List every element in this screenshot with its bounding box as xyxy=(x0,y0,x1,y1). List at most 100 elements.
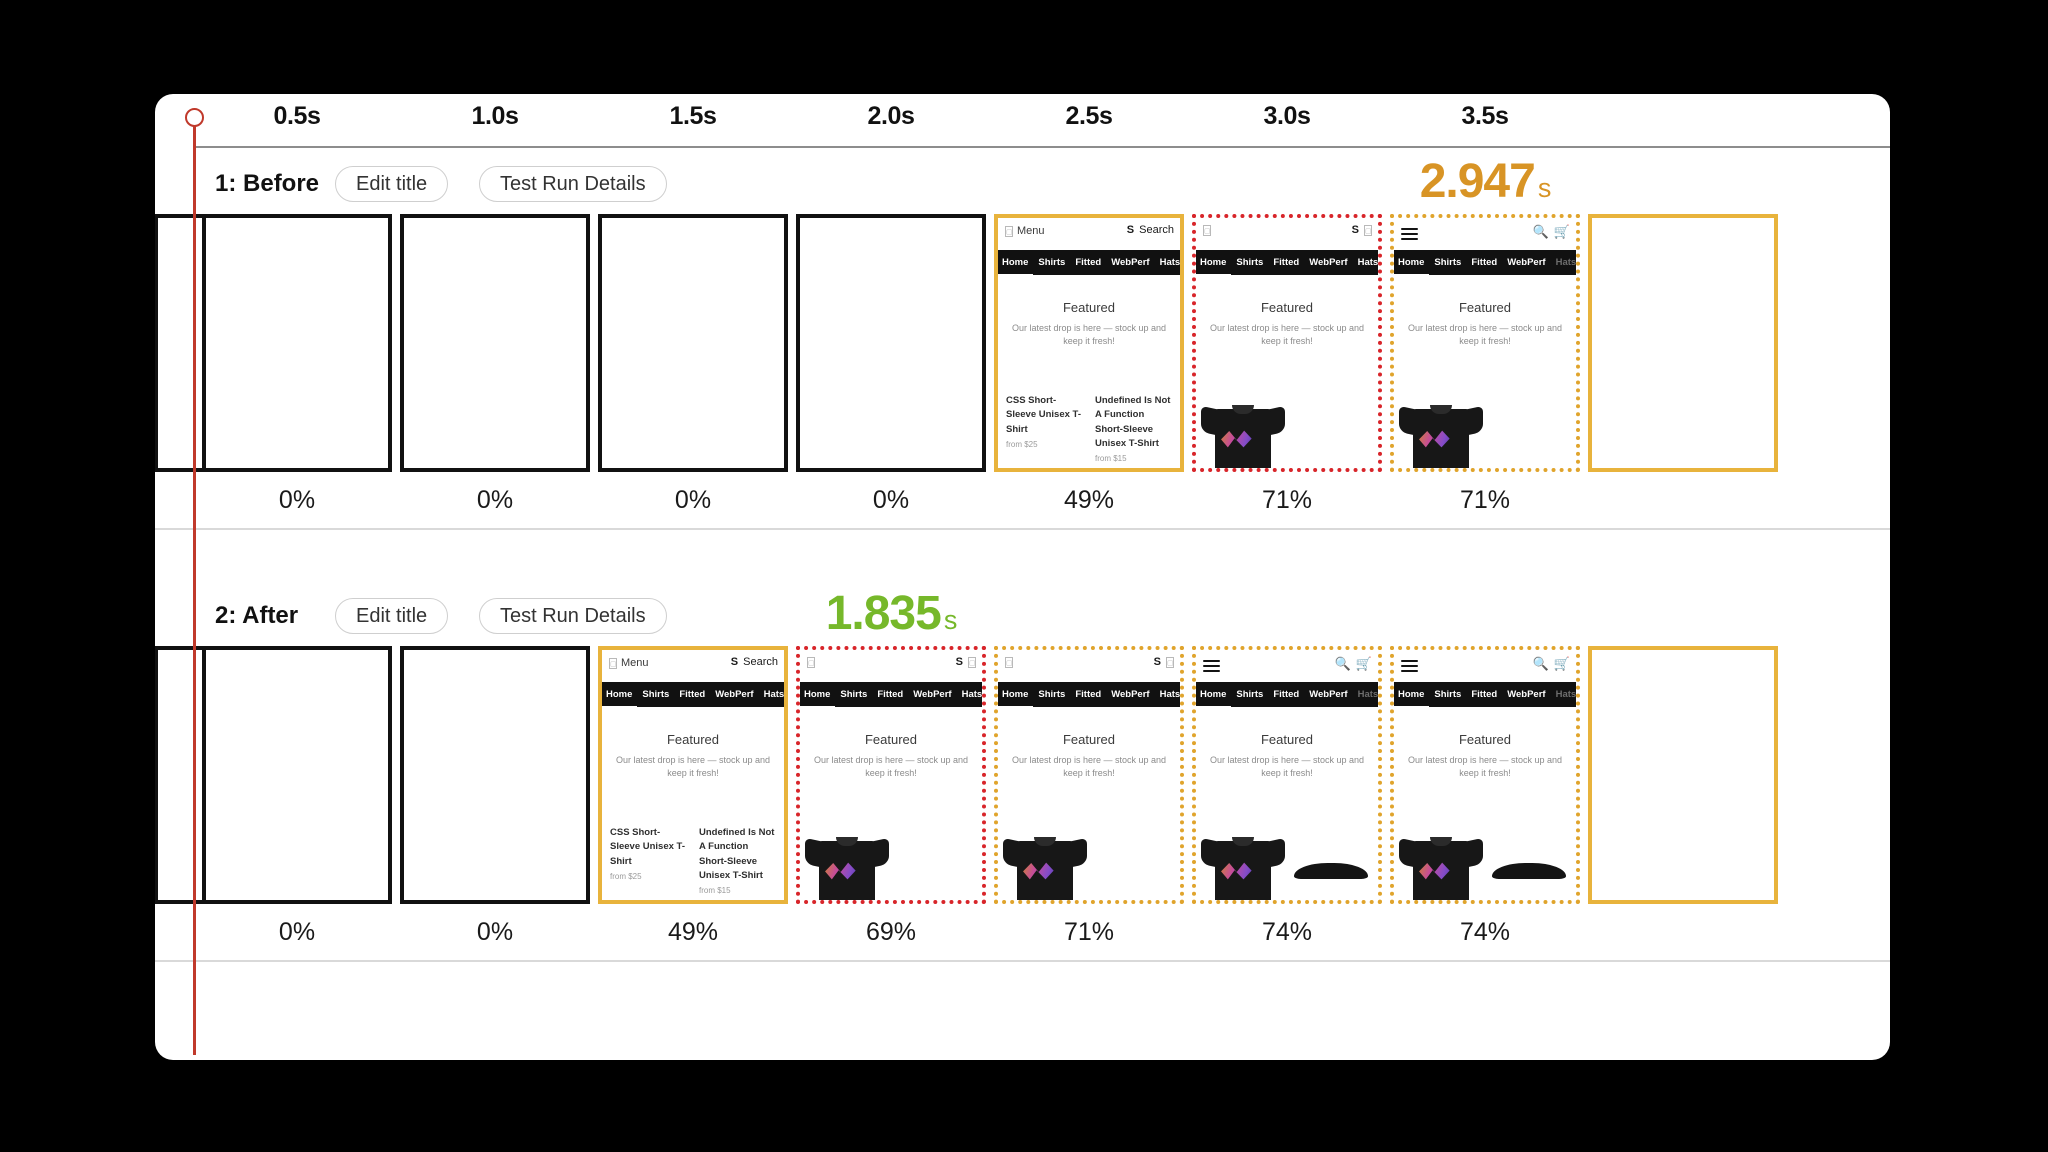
filmstrip-frame[interactable]: ▢ Menu S Search Home Shirts Fitted WebPerf Hats … xyxy=(994,214,1184,472)
filmstrip-frame[interactable] xyxy=(1588,214,1778,472)
filmstrip-after: ▢ Menu S Search Home Shirts Fitted WebPerf Hats … xyxy=(155,646,1890,914)
mock-nav-hats[interactable]: Hats xyxy=(1556,257,1576,268)
mock-product-list: CSS Short-Sleeve Unisex T-Shirt from $25 U… xyxy=(610,826,776,897)
cart-icon[interactable]: 🛒 xyxy=(1356,656,1372,672)
mock-hero-title: Featured xyxy=(1458,300,1512,315)
test-run-details-button-before[interactable]: Test Run Details xyxy=(479,166,667,202)
mock-nav-hats[interactable]: Hats xyxy=(764,689,784,700)
mock-nav-webperf[interactable]: WebPerf xyxy=(715,689,753,700)
mock-nav-home[interactable]: Home xyxy=(602,689,638,707)
filmstrip-frame[interactable] xyxy=(400,646,590,904)
search-icon[interactable]: 🔍 xyxy=(1533,656,1549,672)
load-time-value-after: 1.835 xyxy=(825,587,942,640)
mock-product-1-price: from $25 xyxy=(1006,439,1038,449)
cart-icon[interactable]: 🛒 xyxy=(1554,224,1570,240)
tshirt-image-2-partial xyxy=(1294,863,1368,879)
filmstrip-frame[interactable] xyxy=(1588,646,1778,904)
mock-hero-title: Featured xyxy=(1458,732,1512,747)
mock-nav-shirts[interactable]: Shirts xyxy=(642,689,669,700)
mock-nav-hats[interactable]: Hats xyxy=(1160,257,1180,268)
mock-product-2[interactable]: Undefined Is Not A Function Short-Sleeve… xyxy=(1095,394,1172,465)
load-time-value-before: 2.947 xyxy=(1419,155,1536,208)
hamburger-menu-icon[interactable] xyxy=(1401,657,1418,675)
filmstrip-frame[interactable] xyxy=(400,214,590,472)
mock-product-images xyxy=(1196,368,1378,468)
filmstrip-frame[interactable]: 🔍 🛒 Home Shirts Fitted WebPerf Hats Featured Ou… xyxy=(1390,214,1580,472)
edit-title-button-before[interactable]: Edit title xyxy=(335,166,449,202)
mock-nav-home[interactable]: Home xyxy=(998,689,1034,707)
filmstrip-frame[interactable]: 🔍 🛒 Home Shirts Fitted WebPerf Hats Featured Ou… xyxy=(1390,646,1580,904)
cart-icon[interactable]: 🛒 xyxy=(1554,656,1570,672)
mock-nav-fitted[interactable]: Fitted xyxy=(1471,689,1497,700)
mock-nav-webperf[interactable]: WebPerf xyxy=(1309,257,1347,268)
mock-nav-home[interactable]: Home xyxy=(1196,257,1232,275)
load-time-before: 2.947 s xyxy=(1419,154,1552,209)
mock-nav-fitted[interactable]: Fitted xyxy=(679,689,705,700)
mock-nav-shirts[interactable]: Shirts xyxy=(1038,689,1065,700)
mock-nav-shirts[interactable]: Shirts xyxy=(1236,689,1263,700)
filmstrip-frame[interactable]: ▢ S ▢ Home Shirts Fitted WebPerf Hats Featured O… xyxy=(796,646,986,904)
mock-nav-fitted[interactable]: Fitted xyxy=(1075,257,1101,268)
mock-nav-home[interactable]: Home xyxy=(998,257,1034,275)
hamburger-menu-icon[interactable] xyxy=(1401,225,1418,243)
mock-nav-home[interactable]: Home xyxy=(800,689,836,707)
mock-nav-hats[interactable]: Hats xyxy=(1160,689,1180,700)
mock-nav-shirts[interactable]: Shirts xyxy=(840,689,867,700)
mock-nav-home[interactable]: Home xyxy=(1394,257,1430,275)
axis-rule xyxy=(194,146,1890,148)
mock-nav-home[interactable]: Home xyxy=(1394,689,1430,707)
mock-topbar: ▢ S ▢ xyxy=(800,650,982,682)
filmstrip-frame[interactable] xyxy=(202,646,392,904)
mock-topbar: 🔍 🛒 xyxy=(1394,650,1576,682)
edit-title-button-after[interactable]: Edit title xyxy=(335,598,449,634)
mock-nav-webperf[interactable]: WebPerf xyxy=(1111,257,1149,268)
mock-search-placeholder: S ▢ xyxy=(1154,656,1174,668)
mock-nav-home[interactable]: Home xyxy=(1196,689,1232,707)
mock-nav-fitted[interactable]: Fitted xyxy=(1471,257,1497,268)
filmstrip-frame[interactable]: ▢ S ▢ Home Shirts Fitted WebPerf Hats Featured O… xyxy=(1192,214,1382,472)
mock-search-placeholder: S ▢ xyxy=(1352,224,1372,236)
mock-nav-fitted[interactable]: Fitted xyxy=(1273,257,1299,268)
filmstrip-frame[interactable] xyxy=(796,214,986,472)
mock-nav-hats[interactable]: Hats xyxy=(962,689,982,700)
mock-nav-webperf[interactable]: WebPerf xyxy=(1507,257,1545,268)
mock-navbar: Home Shirts Fitted WebPerf Hats xyxy=(800,682,982,707)
mock-search-placeholder: S ▢ xyxy=(956,656,976,668)
mock-nav-fitted[interactable]: Fitted xyxy=(1273,689,1299,700)
search-icon[interactable]: 🔍 xyxy=(1533,224,1549,240)
browser-mock: ▢ Menu S Search Home Shirts Fitted WebPerf Hats … xyxy=(602,650,784,900)
mock-nav-shirts[interactable]: Shirts xyxy=(1434,689,1461,700)
test-run-details-button-after[interactable]: Test Run Details xyxy=(479,598,667,634)
mock-product-1-price: from $25 xyxy=(610,871,642,881)
mock-navbar: Home Shirts Fitted WebPerf Hats xyxy=(1196,682,1378,707)
mock-menu-label: Menu xyxy=(1017,225,1045,237)
filmstrip-frame[interactable] xyxy=(202,214,392,472)
filmstrip-frame[interactable]: ▢ S ▢ Home Shirts Fitted WebPerf Hats Featured O… xyxy=(994,646,1184,904)
mock-nav-shirts[interactable]: Shirts xyxy=(1038,257,1065,268)
mock-nav-shirts[interactable]: Shirts xyxy=(1434,257,1461,268)
mock-product-2[interactable]: Undefined Is Not A Function Short-Sleeve… xyxy=(699,826,776,897)
search-icon[interactable]: 🔍 xyxy=(1335,656,1351,672)
mock-nav-shirts[interactable]: Shirts xyxy=(1236,257,1263,268)
hamburger-menu-icon[interactable] xyxy=(1203,657,1220,675)
mock-nav-hats[interactable]: Hats xyxy=(1358,689,1378,700)
progress-labels-before: 0% 0% 0% 0% 49% 71% 71% xyxy=(155,482,1890,528)
filmstrip-before: ▢ Menu S Search Home Shirts Fitted WebPerf Hats … xyxy=(155,214,1890,482)
mock-nav-fitted[interactable]: Fitted xyxy=(1075,689,1101,700)
mock-nav-fitted[interactable]: Fitted xyxy=(877,689,903,700)
time-tick-3-5s: 3.5s xyxy=(1461,102,1509,130)
mock-nav-webperf[interactable]: WebPerf xyxy=(1111,689,1149,700)
mock-hero-subtitle: Our latest drop is here — stock up and k… xyxy=(1209,755,1365,779)
mock-nav-hats[interactable]: Hats xyxy=(1556,689,1576,700)
filmstrip-card: 0.5s 1.0s 1.5s 2.0s 2.5s 3.0s 3.5s 1: Before Ed… xyxy=(155,94,1890,1060)
mock-nav-webperf[interactable]: WebPerf xyxy=(1309,689,1347,700)
mock-nav-webperf[interactable]: WebPerf xyxy=(1507,689,1545,700)
mock-hero-subtitle: Our latest drop is here — stock up and k… xyxy=(1011,755,1167,779)
filmstrip-frame[interactable]: ▢ Menu S Search Home Shirts Fitted WebPerf Hats … xyxy=(598,646,788,904)
filmstrip-frame[interactable]: 🔍 🛒 Home Shirts Fitted WebPerf Hats Featured Ou… xyxy=(1192,646,1382,904)
mock-product-1[interactable]: CSS Short-Sleeve Unisex T-Shirt from $25 xyxy=(610,826,687,897)
filmstrip-frame[interactable] xyxy=(598,214,788,472)
mock-nav-webperf[interactable]: WebPerf xyxy=(913,689,951,700)
mock-nav-hats[interactable]: Hats xyxy=(1358,257,1378,268)
mock-product-1[interactable]: CSS Short-Sleeve Unisex T-Shirt from $25 xyxy=(1006,394,1083,465)
